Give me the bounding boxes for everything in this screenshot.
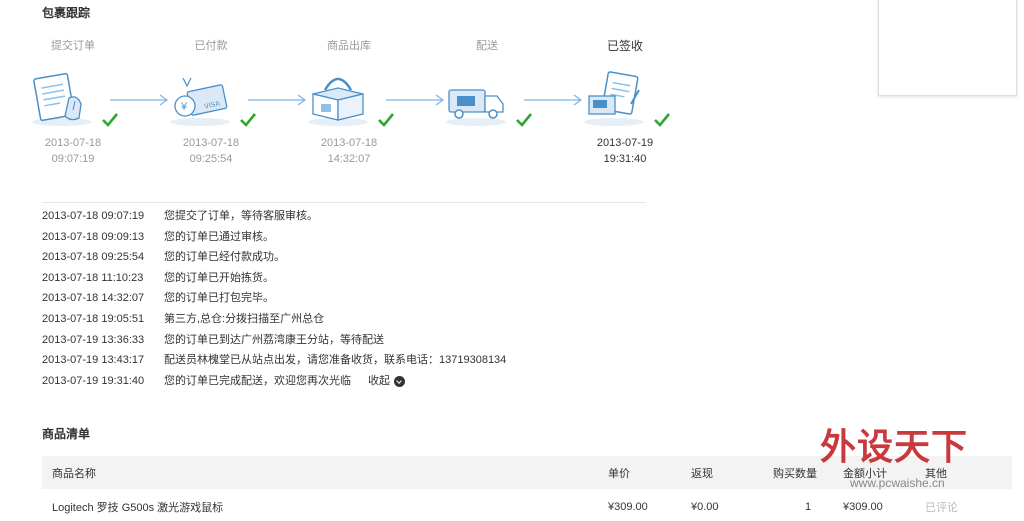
log-text: 您的订单已到达广州荔湾康王分站，等待配送 — [164, 333, 384, 346]
package-icon — [308, 77, 369, 126]
log-row: 2013-07-18 14:32:07 您的订单已打包完毕。 — [42, 288, 662, 309]
chevron-down-icon — [394, 375, 406, 387]
log-time: 2013-07-18 14:32:07 — [42, 292, 145, 305]
watermark-text: 外设天下 — [820, 427, 969, 468]
step-time: 09:07:19 — [51, 153, 95, 165]
step-date: 2013-07-18 — [320, 137, 378, 149]
svg-text:¥: ¥ — [180, 101, 188, 113]
step-label: 提交订单 — [51, 40, 95, 52]
log-text: 您的订单已打包完毕。 — [164, 292, 274, 305]
products-title: 商品清单 — [42, 427, 91, 441]
log-text: 配送员林槐堂已从站点出发，请您准备收货，联系电话：13719308134 — [164, 354, 507, 367]
log-text: 您的订单已通过审核。 — [164, 230, 274, 243]
collapse-label: 收起 — [368, 374, 391, 387]
log-time: 2013-07-18 09:25:54 — [42, 251, 145, 264]
collapse-button[interactable]: 收起 — [368, 371, 406, 392]
log-row: 2013-07-18 09:25:54 您的订单已经付款成功。 — [42, 247, 662, 268]
log-time: 2013-07-18 19:05:51 — [42, 312, 145, 325]
step-label: 已签收 — [606, 39, 643, 53]
signed-document-icon — [584, 71, 645, 126]
log-row: 2013-07-18 09:09:13 您的订单已通过审核。 — [42, 227, 662, 248]
check-icon — [101, 113, 118, 127]
tracking-title: 包裹跟踪 — [42, 6, 91, 20]
log-text: 您的订单已开始拣货。 — [164, 271, 274, 284]
step-label: 商品出库 — [327, 40, 371, 52]
payment-card-icon: VISA ¥ — [170, 77, 231, 126]
step-delivery: 配送 — [417, 38, 557, 131]
watermark-url: www.pcwaishe.cn — [850, 476, 945, 490]
step-time: 09:25:54 — [189, 153, 233, 165]
step-label: 已付款 — [194, 40, 228, 52]
log-text: 第三方,总仓:分拨扫描至广州总仓 — [164, 312, 325, 325]
log-text: 您提交了订单，等待客服审核。 — [164, 210, 318, 222]
step-time: 14:32:07 — [327, 153, 371, 165]
log-text: 您的订单已完成配送，欢迎您再次光临 — [164, 374, 351, 387]
product-name-link[interactable]: Logitech 罗技 G500s 激光游戏鼠标 — [42, 499, 608, 515]
log-time: 2013-07-19 13:36:33 — [42, 333, 145, 346]
step-signed: 已签收 2013-07-19 19:31:40 — [555, 38, 695, 167]
header-rebate: 返现 — [691, 467, 713, 480]
step-time: 19:31:40 — [603, 153, 647, 165]
check-icon — [377, 113, 394, 127]
log-row: 2013-07-18 19:05:51 第三方,总仓:分拨扫描至广州总仓 — [42, 309, 662, 330]
product-price: ¥309.00 — [608, 500, 648, 513]
divider — [42, 202, 646, 203]
step-date: 2013-07-18 — [182, 137, 240, 149]
header-price: 单价 — [608, 467, 630, 480]
step-date: 2013-07-19 — [596, 137, 654, 149]
log-row: 2013-07-19 13:36:33 您的订单已到达广州荔湾康王分站，等待配送 — [42, 330, 662, 351]
log-time: 2013-07-18 09:09:13 — [42, 230, 145, 243]
check-icon — [653, 113, 670, 127]
log-time: 2013-07-19 13:43:17 — [42, 354, 145, 367]
log-time: 2013-07-18 09:07:19 — [42, 210, 145, 222]
log-time: 2013-07-19 19:31:40 — [42, 374, 145, 387]
side-panel — [878, 0, 1017, 96]
step-date: 2013-07-18 — [44, 137, 102, 149]
log-row: 2013-07-19 19:31:40 您的订单已完成配送，欢迎您再次光临 收起 — [42, 371, 662, 392]
log-row: 2013-07-18 11:10:23 您的订单已开始拣货。 — [42, 268, 662, 289]
product-rebate: ¥0.00 — [691, 500, 719, 513]
log-row: 2013-07-19 13:43:17 配送员林槐堂已从站点出发，请您准备收货，联… — [42, 350, 662, 371]
step-label: 配送 — [476, 40, 498, 52]
log-text: 您的订单已经付款成功。 — [164, 251, 285, 264]
order-form-icon — [32, 72, 93, 126]
header-name: 商品名称 — [52, 467, 96, 480]
delivery-truck-icon — [446, 89, 507, 126]
check-icon — [239, 113, 256, 127]
check-icon — [515, 113, 532, 127]
log-time: 2013-07-18 11:10:23 — [42, 271, 144, 284]
watermark: 外设天下 www.pcwaishe.cn — [820, 426, 1020, 506]
tracking-log: 2013-07-18 09:07:19 您提交了订单，等待客服审核。 2013-0… — [42, 206, 662, 391]
log-row: 2013-07-18 09:07:19 您提交了订单，等待客服审核。 — [42, 206, 662, 227]
